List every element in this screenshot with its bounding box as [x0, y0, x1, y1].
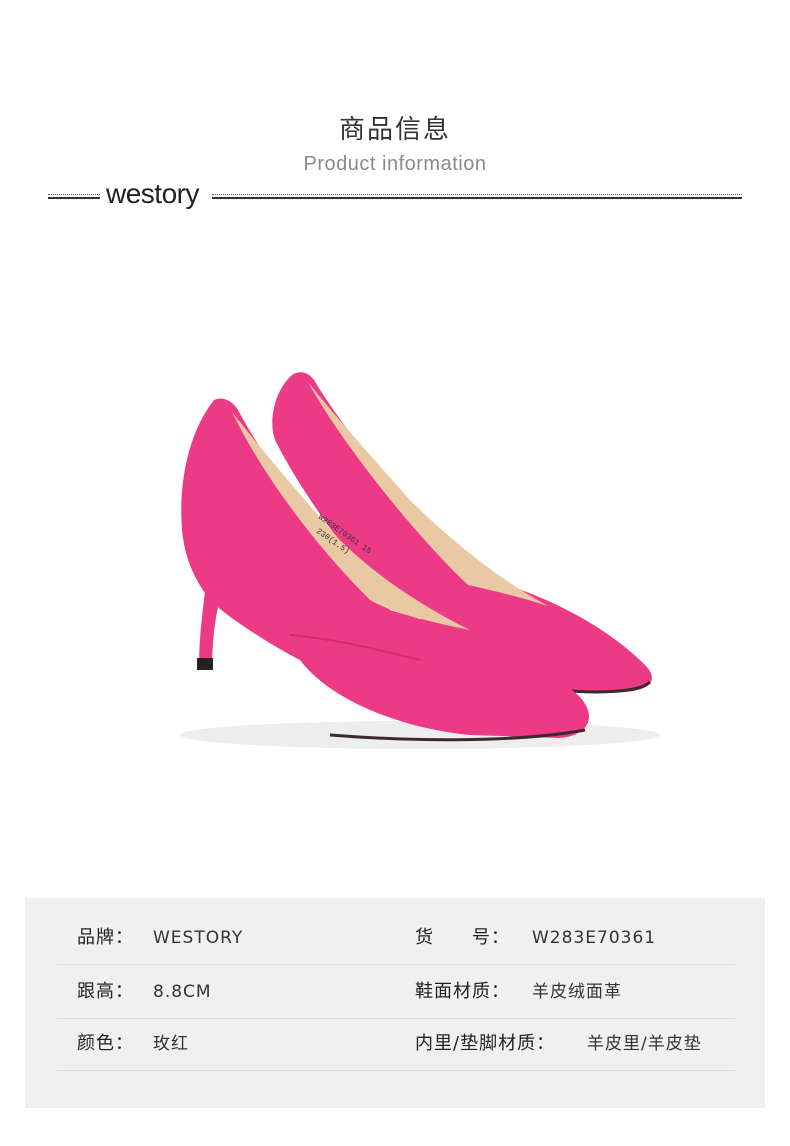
lining-material-label: 内里/垫脚材质：: [415, 1033, 556, 1054]
brand-divider: westory: [48, 178, 742, 212]
product-info-panel: 品牌： WESTORY 货 号： W283E70361 跟高： 8.8CM 鞋面…: [25, 898, 765, 1108]
info-row: 品牌： WESTORY 货 号： W283E70361: [57, 912, 735, 965]
brand-value: WESTORY: [153, 928, 244, 948]
info-row: 跟高： 8.8CM 鞋面材质： 羊皮绒面革: [57, 966, 735, 1019]
heel-height-label: 跟高：: [77, 981, 134, 1002]
lining-material-value: 羊皮里/羊皮垫: [587, 1034, 702, 1054]
section-header: 商品信息 Product information: [0, 110, 790, 178]
brand-label: 品牌：: [77, 927, 134, 948]
color-value: 玫红: [153, 1034, 189, 1054]
sku-label: 货 号：: [415, 927, 510, 948]
section-title-en: Product information: [303, 153, 487, 175]
divider-line-right: [212, 194, 742, 199]
upper-material-value: 羊皮绒面革: [532, 982, 622, 1002]
sku-value: W283E70361: [532, 928, 657, 948]
product-image: W283E70361 15 230(1.5): [0, 330, 790, 770]
color-label: 颜色：: [77, 1033, 134, 1054]
brand-logo: westory: [106, 178, 199, 209]
divider-line-left: [48, 194, 100, 199]
info-row: 颜色： 玫红 内里/垫脚材质： 羊皮里/羊皮垫: [57, 1018, 735, 1071]
upper-material-label: 鞋面材质：: [415, 981, 510, 1002]
section-title-cn: 商品信息: [338, 115, 451, 145]
heel-height-value: 8.8CM: [153, 982, 212, 1002]
shoe-illustration: W283E70361 15 230(1.5): [180, 372, 660, 749]
